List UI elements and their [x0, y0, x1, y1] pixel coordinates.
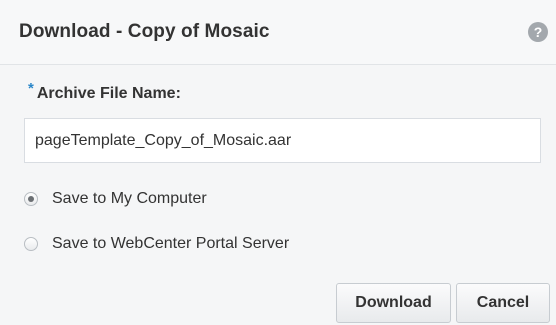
dialog-header: Download - Copy of Mosaic ? [0, 0, 556, 65]
archive-file-name-label: * Archive File Name: [28, 80, 181, 103]
archive-file-name-input[interactable]: pageTemplate_Copy_of_Mosaic.aar [24, 118, 541, 163]
archive-file-name-value: pageTemplate_Copy_of_Mosaic.aar [35, 132, 292, 149]
required-marker: * [28, 80, 34, 97]
download-dialog: Download - Copy of Mosaic ? * Archive Fil… [0, 0, 556, 325]
save-to-server-option[interactable]: Save to WebCenter Portal Server [24, 233, 289, 255]
dialog-title: Download - Copy of Mosaic [19, 21, 270, 42]
archive-label-text: Archive File Name: [36, 85, 181, 102]
save-to-server-radio[interactable] [24, 237, 38, 251]
save-to-my-computer-radio[interactable] [24, 192, 38, 206]
save-to-server-label: Save to WebCenter Portal Server [52, 235, 290, 252]
save-to-my-computer-option[interactable]: Save to My Computer [24, 188, 207, 210]
save-to-my-computer-label: Save to My Computer [52, 190, 207, 207]
help-icon[interactable]: ? [528, 22, 548, 42]
cancel-button[interactable]: Cancel [456, 283, 550, 323]
download-button[interactable]: Download [336, 283, 451, 323]
